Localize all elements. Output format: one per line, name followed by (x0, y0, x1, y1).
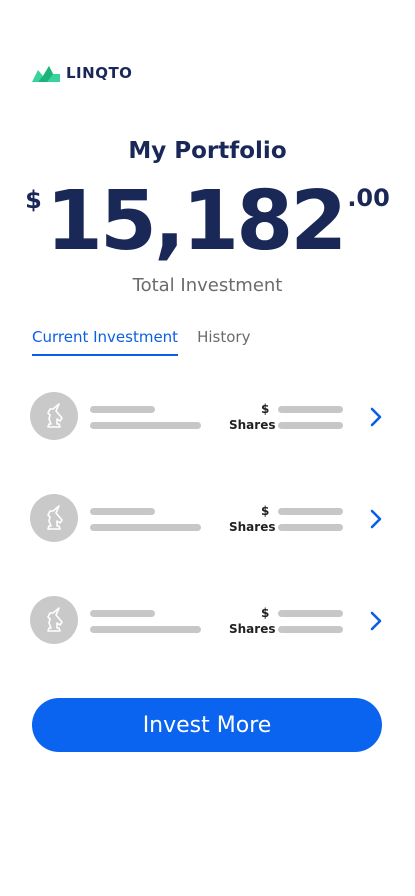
currency-symbol: $ (25, 186, 42, 214)
brand-name: LINQTO (66, 64, 133, 82)
shares-label: Shares (229, 520, 276, 534)
skeleton-value-bar (278, 610, 343, 617)
shares-label: Shares (229, 622, 276, 636)
chevron-right-icon[interactable] (366, 610, 386, 632)
unicorn-icon (47, 505, 63, 530)
skeleton-name-bar (90, 406, 155, 413)
chevron-right-icon[interactable] (366, 508, 386, 530)
unicorn-icon (47, 607, 63, 632)
unicorn-icon (47, 403, 63, 428)
company-avatar (30, 596, 78, 644)
holding-row[interactable]: $ Shares (30, 596, 390, 646)
chevron-right-icon[interactable] (366, 406, 386, 428)
shares-label: Shares (229, 418, 276, 432)
skeleton-name-bar (90, 610, 155, 617)
company-avatar (30, 392, 78, 440)
skeleton-shares-bar (278, 524, 343, 531)
amount-cents: .00 (347, 184, 390, 212)
portfolio-tabs: Current Investment History (32, 328, 250, 356)
skeleton-detail-bar (90, 626, 201, 633)
dollar-label: $ (261, 606, 270, 620)
holding-row[interactable]: $ Shares (30, 392, 390, 442)
tab-history[interactable]: History (197, 328, 250, 356)
holding-row[interactable]: $ Shares (30, 494, 390, 544)
total-investment-label: Total Investment (132, 275, 283, 296)
dollar-label: $ (261, 504, 270, 518)
dollar-label: $ (261, 402, 270, 416)
total-amount: $ 15,182 .00 (0, 178, 415, 266)
brand-logo[interactable]: LINQTO (32, 64, 132, 82)
tab-current-investment[interactable]: Current Investment (32, 328, 179, 356)
invest-more-button[interactable]: Invest More (32, 698, 382, 752)
skeleton-shares-bar (278, 626, 343, 633)
skeleton-detail-bar (90, 422, 201, 429)
amount-whole: 15,182 (45, 174, 347, 269)
skeleton-shares-bar (278, 422, 343, 429)
linqto-logo-icon (32, 66, 60, 82)
skeleton-name-bar (90, 508, 155, 515)
skeleton-detail-bar (90, 524, 201, 531)
page-title: My Portfolio (128, 138, 287, 164)
skeleton-value-bar (278, 406, 343, 413)
company-avatar (30, 494, 78, 542)
skeleton-value-bar (278, 508, 343, 515)
